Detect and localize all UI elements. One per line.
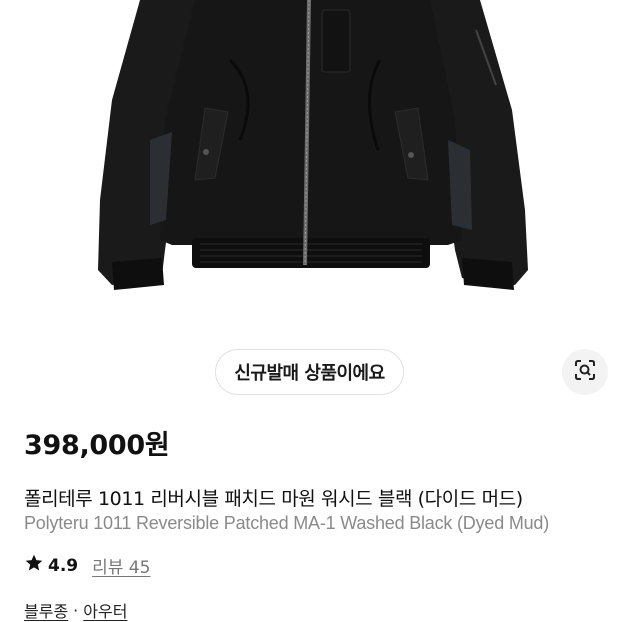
review-count-link[interactable]: 리뷰 45 <box>92 553 150 578</box>
category-breadcrumb: 블루종 · 아우터 <box>24 598 127 622</box>
rating-value: 4.9 <box>48 555 79 576</box>
category-link-blouson[interactable]: 블루종 <box>24 598 68 622</box>
image-search-button[interactable] <box>562 349 608 395</box>
product-image[interactable] <box>0 0 620 335</box>
rating-row: 4.9 리뷰 45 <box>24 553 150 578</box>
new-release-badge: 신규발매 상품이에요 <box>215 349 404 395</box>
product-title-english: Polyteru 1011 Reversible Patched MA-1 Wa… <box>24 513 604 534</box>
category-link-outer[interactable]: 아우터 <box>83 598 127 622</box>
category-separator: · <box>73 600 79 620</box>
image-search-icon <box>574 359 596 385</box>
new-release-badge-label: 신규발매 상품이에요 <box>234 363 385 384</box>
product-price: 398,000원 <box>24 430 170 461</box>
star-icon <box>24 553 48 578</box>
product-title-korean: 폴리테루 1011 리버시블 패치드 마원 워시드 블랙 (다이드 머드) <box>24 488 523 510</box>
